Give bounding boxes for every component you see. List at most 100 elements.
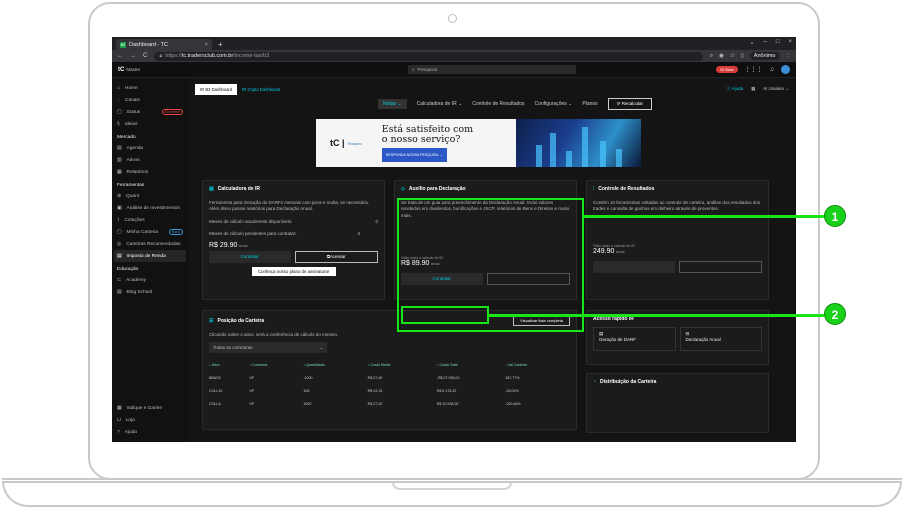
sidebar-item-label: Quant <box>126 193 140 199</box>
minimize-button[interactable]: – <box>764 39 767 46</box>
sidebar-item-cotacoes[interactable]: ⌇ Cotações <box>117 214 183 226</box>
plans-button[interactable]: Conheça nosso plano de assinatura! <box>251 267 336 277</box>
minha-carteira-icon: ▢ <box>117 229 122 235</box>
column-header[interactable]: ↕ Ativo <box>209 359 249 371</box>
annual-declaration-button[interactable]: ⊟ Declaração Anual <box>679 327 762 352</box>
section-educacao: Educação <box>117 267 139 272</box>
url-field[interactable]: 🔒︎ https://tc.tradersclub.com.br/income-… <box>154 51 703 61</box>
menu-controle[interactable]: Controle de Resultados <box>472 101 524 107</box>
sidebar-item-label: Carteiras Recomendadas <box>126 241 181 247</box>
callout-2-line <box>489 314 824 317</box>
tab-search-icon[interactable]: ⌄ <box>749 39 754 46</box>
sidebar-item-ideias[interactable]: § Ideias <box>117 118 183 130</box>
new-tab-button[interactable]: + <box>218 39 223 50</box>
sidepanel-icon[interactable]: ▯ <box>741 53 744 59</box>
calc-access-button[interactable]: ⧉ Acessar <box>294 251 378 264</box>
ir-menu: Notas ⌄ Calculadora de IR ⌄ Controle de … <box>195 97 789 111</box>
menu-configuracoes[interactable]: Configurações ⌄ <box>535 101 573 107</box>
sidebar-item-label: Blog School <box>126 289 153 295</box>
sidebar-item-academy[interactable]: ⊂ Academy <box>117 274 183 286</box>
sidebar-item-label: Home <box>124 85 138 91</box>
sidebar-item-status[interactable]: ▢ Status Em breve <box>117 106 183 118</box>
sidebar-item-canais[interactable]: ◌ Canais <box>117 94 183 106</box>
column-header[interactable]: ↕ Custo Total <box>437 359 506 371</box>
beta-badge[interactable]: 20 Beta <box>715 66 738 73</box>
sidebar-item-ativos[interactable]: ▥ Ativos <box>117 154 183 166</box>
zoom-icon[interactable]: ⌕ <box>710 53 713 60</box>
banner-cta-button[interactable]: RESPONDA NOSSA PESQUISA → <box>381 147 447 162</box>
table-cell: 187,77% <box>505 375 520 380</box>
sidebar-item-home[interactable]: ⌂ Home <box>117 82 183 94</box>
tab-close-icon[interactable]: × <box>205 42 208 48</box>
generate-darf-button[interactable]: ▤ Geração de DARF <box>593 327 676 352</box>
sidebar-item-carteiras-recomendadas[interactable]: ◎ Carteiras Recomendadas <box>117 238 183 250</box>
avatar[interactable] <box>781 65 790 74</box>
camera-icon <box>448 14 457 23</box>
broker-select[interactable]: Todas as corretoras ⌄ <box>209 342 327 354</box>
sidebar-item-indique-e-ganhe[interactable]: ▦ Indique e Ganhe <box>117 402 183 414</box>
forward-icon[interactable]: → <box>130 53 136 59</box>
table-row[interactable]: BBAS3 XP -1000 R$ 27,40 -R$ 27.395,00 187,77% <box>209 371 570 384</box>
table-cell: R$ 6.176,22 <box>436 389 457 394</box>
column-header[interactable]: ↕ Val Carteira <box>505 359 570 371</box>
sidebar: ⌂ Home ◌ Canais ▢ Status Em breve § Ideias Merca… <box>112 78 188 442</box>
tab-ir-b3[interactable]: IR B3 Dashboard <box>195 83 238 95</box>
table-row[interactable]: COLL15 XP 105 R$ 24,15 R$ 6.176,22 -35,02% <box>209 385 570 398</box>
incognito-icon[interactable]: ◉ <box>719 53 724 59</box>
calc-contract-button[interactable]: Contratar <box>209 251 291 264</box>
canais-icon: ◌ <box>117 97 120 103</box>
sidebar-item-relatorios[interactable]: ▦ Relatórios <box>117 166 183 178</box>
reload-icon[interactable]: C <box>143 53 147 59</box>
menu-kebab-icon[interactable]: ⋮ <box>786 53 792 59</box>
menu-notas[interactable]: Notas ⌄ <box>378 99 407 109</box>
table-cell: -R$ 27.395,00 <box>436 375 460 380</box>
column-header[interactable]: ↕ Custo Médio <box>368 359 437 371</box>
sidebar-item-label: Status <box>126 109 141 115</box>
sidebar-item-loja[interactable]: ⊔ Loja <box>117 414 183 426</box>
sidebar-item-label: Ativos <box>126 157 140 163</box>
app-logo[interactable]: tC Master <box>118 67 140 73</box>
ajuda-icon: ? <box>117 429 120 435</box>
sidebar-item-blog-school[interactable]: ▤ Blog School <box>117 286 183 298</box>
profile-button[interactable]: Anônimo <box>749 52 780 60</box>
sidebar-item-label: Análise de Investimentos <box>126 205 180 211</box>
sidebar-item-quant[interactable]: ⊛ Quant <box>117 190 183 202</box>
quant-icon: ⊛ <box>117 193 122 199</box>
sidebar-item-minha-carteira[interactable]: ▢ Minha Carteira Novo <box>117 226 183 238</box>
calc-desc: Ferramenta para Geração do DARFs mensais… <box>209 200 370 212</box>
help-link[interactable]: ⓘ Ajuda <box>726 86 743 92</box>
table-cell: XP <box>249 375 255 380</box>
tab-ir-cripto[interactable]: IR Cripto Dashboard <box>237 84 285 95</box>
column-header[interactable]: ↕ Corretora <box>249 359 303 371</box>
results-access-button[interactable] <box>678 261 762 274</box>
back-icon[interactable]: ← <box>117 53 123 59</box>
sidebar-item-label: Canais <box>124 97 140 103</box>
sidebar-item-label: Academy <box>126 277 147 283</box>
close-window-button[interactable]: × <box>788 39 792 46</box>
table-cell: -35,02% <box>505 389 519 394</box>
callout-1-line <box>584 215 824 218</box>
sidebar-item-label: Imposto de Renda <box>126 253 166 259</box>
sidebar-item-agenda[interactable]: ▤ Agenda <box>117 142 183 154</box>
table-row[interactable]: COLLA XP 1000 R$ 27,20 R$ 10.538,00 -200,46% <box>209 398 570 411</box>
sidebar-item-analise-de-investimentos[interactable]: ▣ Análise de Investimentos <box>117 202 183 214</box>
user-menu[interactable]: ✉ Usuário ⌄ <box>763 86 789 92</box>
results-contract-button[interactable] <box>593 261 675 274</box>
star-icon[interactable]: ☆ <box>730 53 735 59</box>
maximize-button[interactable]: □ <box>776 39 780 46</box>
menu-calculadora[interactable]: Calculadora de IR ⌄ <box>417 101 463 107</box>
search-icon: ⌕ <box>412 67 415 72</box>
apps-grid-icon[interactable]: ⋮⋮⋮ <box>745 66 763 73</box>
status-icon: ▢ <box>117 109 122 115</box>
search-input[interactable]: ⌕ Pesquisar <box>408 65 576 74</box>
app-topbar: tC Master ⌕ Pesquisar 20 Beta ⋮⋮⋮ ♫ <box>112 62 796 78</box>
calendar-icon[interactable]: ▦ <box>751 86 755 92</box>
browser-tab[interactable]: tC Dashboard - TC × <box>116 39 212 50</box>
sidebar-item-ajuda[interactable]: ? Ajuda <box>117 426 183 438</box>
sidebar-item-imposto-de-renda[interactable]: ▤ Imposto de Renda <box>114 250 186 262</box>
bell-icon[interactable]: ♫ <box>770 67 775 73</box>
recalculate-button[interactable]: ⟳ Recalcular <box>607 98 652 110</box>
menu-planos[interactable]: Planos <box>582 101 597 107</box>
column-header[interactable]: ↕ Quantidade <box>303 359 367 371</box>
survey-banner[interactable]: tC | Tesouro Está satisfeito com o nosso… <box>316 119 641 167</box>
